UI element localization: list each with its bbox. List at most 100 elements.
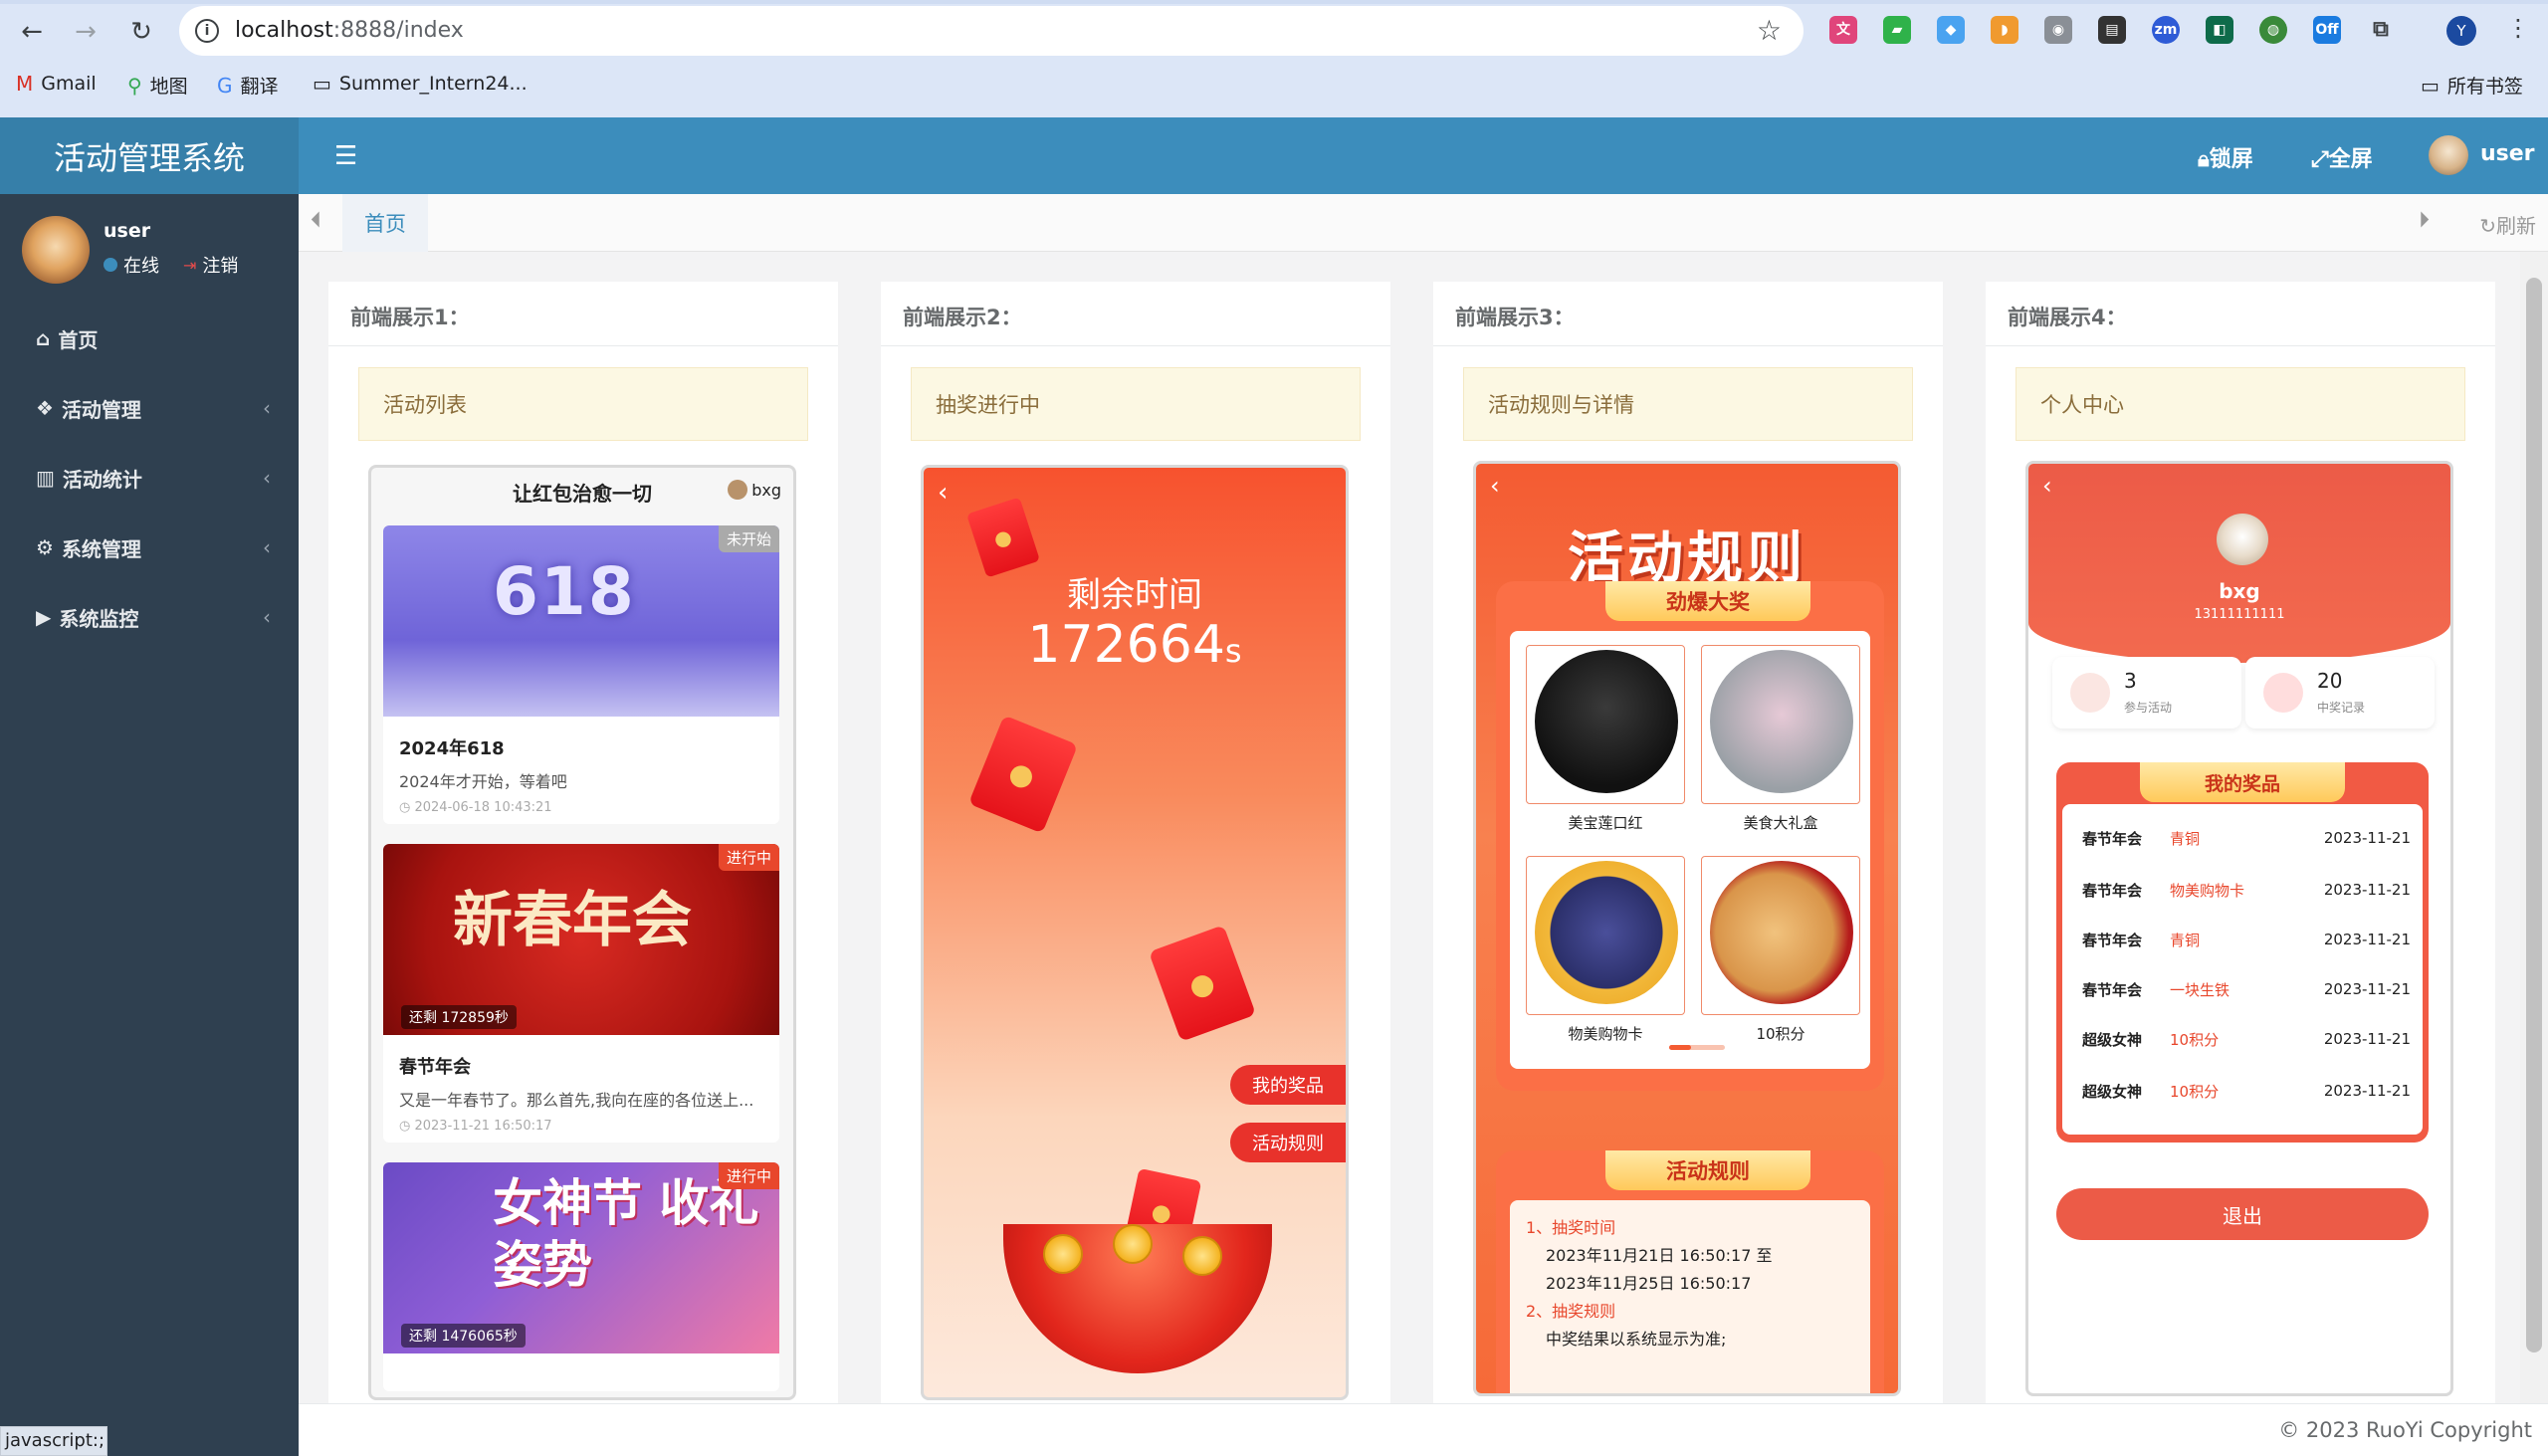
bookmark-all[interactable]: ▭ 所有书签 bbox=[2421, 72, 2523, 99]
extension-dark-icon[interactable]: ◧ bbox=[2206, 16, 2233, 44]
my-prizes-button[interactable]: 我的奖品 bbox=[1230, 1065, 1346, 1105]
expand-icon: ⤢ bbox=[2311, 147, 2329, 172]
tab-strip bbox=[0, 0, 2548, 4]
extension-zm-icon[interactable]: zm bbox=[2152, 16, 2180, 44]
profile-name: bxg bbox=[2219, 579, 2260, 603]
panel-title: 前端展示2： bbox=[903, 306, 1022, 329]
page-footer: © 2023 RuoYi Copyright bbox=[299, 1403, 2548, 1456]
bookmark-star-icon[interactable]: ☆ bbox=[1757, 14, 1782, 47]
prize-item[interactable]: 美食大礼盒 bbox=[1701, 645, 1860, 840]
activity-card[interactable]: 女神节 收礼姿势 进行中 还剩 1476065秒 bbox=[383, 1162, 779, 1391]
header-username[interactable]: user bbox=[2480, 141, 2535, 166]
list-user[interactable]: bxg bbox=[728, 480, 781, 500]
url-text: localhost:8888/index bbox=[235, 18, 464, 43]
activity-time: ◷ 2023-11-21 16:50:17 bbox=[399, 1119, 552, 1134]
forward-icon[interactable]: → bbox=[68, 14, 104, 50]
prize-grid: 美宝莲口红 美食大礼盒 物美购物卡 10积分 bbox=[1510, 631, 1870, 1069]
extension-shield-icon[interactable]: ◗ bbox=[1991, 16, 2018, 44]
sidebar-toggle-icon[interactable]: ☰ bbox=[334, 141, 357, 171]
activity-image: 618 未开始 bbox=[383, 525, 779, 717]
online-label: 在线 bbox=[123, 256, 159, 277]
activity-card[interactable]: 618 未开始 2024年618 2024年才开始，等着吧 ◷ 2024-06-… bbox=[383, 525, 779, 824]
fullscreen-button[interactable]: ⤢全屏 bbox=[2311, 141, 2373, 173]
joined-stat[interactable]: 3 参与活动 bbox=[2052, 657, 2241, 728]
sidebar-avatar bbox=[22, 216, 90, 284]
extension-green-icon[interactable]: ▰ bbox=[1883, 16, 1911, 44]
phone-lottery: ‹ 剩余时间 172664s 我的奖品 活动规则 bbox=[921, 465, 1349, 1400]
red-packet-icon[interactable] bbox=[967, 715, 1079, 834]
extension-translate-icon[interactable]: 文 bbox=[1829, 16, 1857, 44]
extensions-puzzle-icon[interactable]: ⧉ bbox=[2367, 16, 2395, 44]
activity-image: 新春年会 进行中 还剩 172859秒 bbox=[383, 844, 779, 1035]
phone-activity-list: 让红包治愈一切 bxg 618 未开始 2024年618 2024年才开始，等着… bbox=[368, 465, 796, 1400]
divider bbox=[1433, 345, 1943, 346]
my-prizes-list: 春节年会 青铜 2023-11-21 春节年会 物美购物卡 2023-11-21 春节年… bbox=[2062, 804, 2423, 1135]
prize-item[interactable]: 10积分 bbox=[1701, 856, 1860, 1051]
video-icon: ▶ bbox=[36, 605, 52, 629]
bookmark-maps[interactable]: ⚲ 地图 bbox=[127, 72, 188, 99]
address-bar[interactable]: i localhost:8888/index ☆ bbox=[179, 6, 1804, 56]
activity-name: 春节年会 bbox=[399, 1057, 471, 1078]
bookmark-folder-summer[interactable]: ▭ Summer_Intern24... bbox=[313, 72, 528, 96]
gear-icon: ⚙ bbox=[36, 535, 54, 559]
sidebar-item-system-monitor[interactable]: ▶ 系统监控 ‹ bbox=[0, 582, 299, 652]
clock-icon: ◷ bbox=[399, 1119, 415, 1134]
browser-chrome: ← → ↻ i localhost:8888/index ☆ 文 ▰ ◆ ◗ ◉… bbox=[0, 0, 2548, 117]
app-brand[interactable]: 活动管理系统 bbox=[0, 117, 299, 194]
prize-item[interactable]: 物美购物卡 bbox=[1526, 856, 1685, 1051]
image-text: 618 bbox=[493, 553, 636, 630]
exit-button[interactable]: 退出 bbox=[2056, 1188, 2429, 1240]
countdown-label: 还剩 1476065秒 bbox=[401, 1324, 526, 1348]
extension-book-icon[interactable]: ▤ bbox=[2098, 16, 2126, 44]
gift-box-image bbox=[1710, 650, 1853, 793]
back-icon[interactable]: ← bbox=[14, 14, 50, 50]
header-avatar[interactable] bbox=[2429, 135, 2468, 175]
extension-off-icon[interactable]: Off bbox=[2313, 16, 2341, 44]
prize-item[interactable]: 美宝莲口红 bbox=[1526, 645, 1685, 840]
lipstick-image bbox=[1535, 650, 1678, 793]
wins-stat[interactable]: 20 中奖记录 bbox=[2245, 657, 2435, 728]
bookmark-translate[interactable]: G 翻译 bbox=[217, 72, 279, 99]
activity-image: 女神节 收礼姿势 进行中 还剩 1476065秒 bbox=[383, 1162, 779, 1353]
list-item: 超级女神 10积分 2023-11-21 bbox=[2082, 1082, 2411, 1101]
page-scrollbar[interactable] bbox=[2520, 252, 2548, 1403]
lucky-bowl bbox=[1003, 1224, 1272, 1373]
activity-desc: 2024年才开始，等着吧 bbox=[399, 772, 567, 791]
chevron-left-icon: ‹ bbox=[263, 605, 271, 629]
red-packet-icon[interactable] bbox=[1148, 925, 1257, 1042]
refresh-button[interactable]: ↻刷新 bbox=[2479, 210, 2536, 239]
online-dot-icon bbox=[104, 258, 117, 272]
back-chevron-icon[interactable]: ‹ bbox=[1490, 472, 1500, 500]
tab-scroll-right-icon[interactable]: ⏵ bbox=[2419, 208, 2430, 233]
reload-icon[interactable]: ↻ bbox=[123, 14, 159, 50]
carousel-dots[interactable] bbox=[1669, 1045, 1725, 1050]
sidebar-item-home[interactable]: ⌂ 首页 bbox=[0, 304, 299, 373]
extension-globe-icon[interactable]: ◍ bbox=[2259, 16, 2287, 44]
extension-color-icon[interactable]: ◆ bbox=[1937, 16, 1965, 44]
logout-icon[interactable]: ⇥ bbox=[183, 256, 196, 275]
activity-card[interactable]: 新春年会 进行中 还剩 172859秒 春节年会 又是一年春节了。那么首先,我向… bbox=[383, 844, 779, 1143]
app-header: 活动管理系统 ☰ 🔒︎锁屏 ⤢全屏 user bbox=[0, 117, 2548, 194]
site-info-icon[interactable]: i bbox=[195, 19, 219, 43]
divider bbox=[1986, 345, 2495, 346]
extension-camera-icon[interactable]: ◉ bbox=[2044, 16, 2072, 44]
bookmark-gmail[interactable]: M Gmail bbox=[16, 72, 97, 96]
sidebar-item-activity-stats[interactable]: ▥ 活动统计 ‹ bbox=[0, 443, 299, 513]
lock-screen-button[interactable]: 🔒︎锁屏 bbox=[2198, 141, 2253, 173]
logout-link[interactable]: 注销 bbox=[202, 252, 238, 278]
sidebar-item-activity-manage[interactable]: ❖ 活动管理 ‹ bbox=[0, 373, 299, 443]
tab-home[interactable]: 首页 bbox=[342, 194, 428, 252]
browser-menu-icon[interactable]: ⋮ bbox=[2506, 14, 2530, 42]
coin-icon bbox=[1182, 1236, 1222, 1276]
sidebar-username: user bbox=[104, 220, 151, 242]
scrollbar-thumb[interactable] bbox=[2526, 278, 2542, 1352]
back-chevron-icon[interactable]: ‹ bbox=[2042, 472, 2052, 500]
profile-avatar[interactable]: Y bbox=[2446, 16, 2476, 46]
rules-button[interactable]: 活动规则 bbox=[1230, 1123, 1346, 1162]
points-coin-image bbox=[1710, 861, 1853, 1004]
tab-scroll-left-icon[interactable]: ⏴ bbox=[311, 208, 321, 233]
back-chevron-icon[interactable]: ‹ bbox=[938, 478, 948, 508]
my-prizes-ribbon: 我的奖品 bbox=[2140, 762, 2345, 802]
cubes-icon: ❖ bbox=[36, 396, 54, 420]
sidebar-item-system-manage[interactable]: ⚙ 系统管理 ‹ bbox=[0, 513, 299, 582]
